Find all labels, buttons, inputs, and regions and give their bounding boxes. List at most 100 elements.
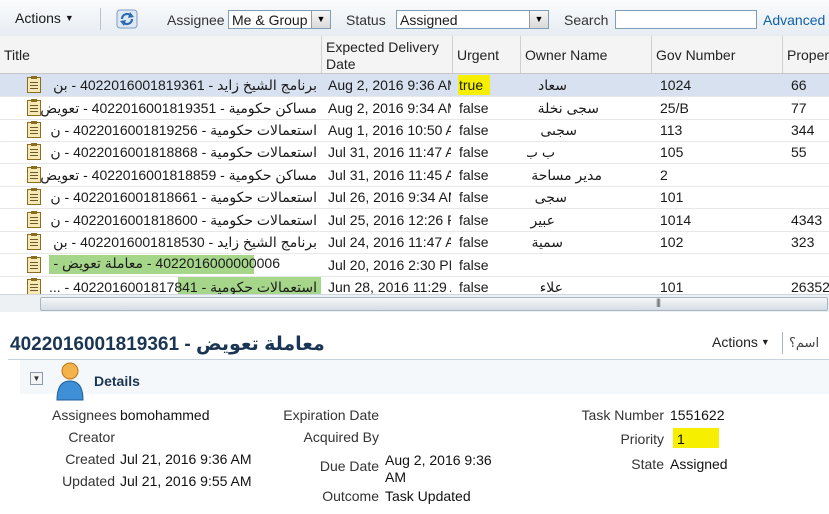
status-label: Status — [346, 12, 386, 28]
row-date: Aug 1, 2016 10:50 AM — [328, 122, 451, 138]
row-gov-number: 1024 — [660, 77, 692, 93]
task-table: Title Expected Delivery Date Urgent Owne… — [0, 36, 829, 312]
scroll-grip-icon: ||| — [656, 297, 661, 307]
row-urgent: false — [459, 279, 489, 295]
table-row[interactable]: استعمالات حكومية - 4022016001818661 - ن … — [0, 186, 829, 209]
row-title: برنامج الشيخ زايد - 4022016001818530 - ب… — [53, 234, 317, 250]
row-urgent: false — [459, 212, 489, 228]
details-section-header — [20, 360, 829, 394]
chevron-down-icon: ▼ — [64, 13, 74, 23]
column-header-expected-delivery-date[interactable]: Expected Delivery Date — [322, 36, 453, 73]
row-title: استعمالات حكومية - 4022016001818600 - ن — [50, 212, 317, 228]
row-date: Jul 26, 2016 9:34 AM — [328, 189, 451, 205]
row-owner: ب ب — [527, 144, 555, 160]
detail-actions-label: Actions — [712, 334, 758, 350]
row-urgent: false — [459, 144, 489, 160]
row-urgent: false — [459, 122, 489, 138]
actions-menu-button[interactable]: Actions ▼ — [15, 10, 74, 26]
assignees-label: Assignees — [52, 407, 117, 423]
row-gov-number: 105 — [660, 144, 684, 160]
refresh-icon — [116, 9, 138, 29]
dropdown-arrow-icon: ▼ — [311, 11, 330, 28]
state-value: Assigned — [670, 456, 728, 472]
updated-value: Jul 21, 2016 9:55 AM — [120, 473, 252, 489]
advanced-search-link[interactable]: Advanced — [763, 12, 825, 28]
priority-value: 1 — [677, 431, 685, 447]
row-gov-number: 2 — [660, 167, 668, 183]
state-label: State — [631, 456, 664, 472]
row-gov-number: 102 — [660, 234, 684, 250]
search-label: Search — [564, 12, 609, 28]
row-proper: 66 — [791, 77, 807, 93]
row-proper: 77 — [791, 100, 807, 116]
dropdown-arrow-icon: ▼ — [529, 11, 548, 28]
assignees-value: bomohammed — [120, 407, 210, 423]
assignee-label: Assignee — [167, 12, 225, 28]
help-link[interactable]: اسم؟ — [789, 335, 819, 351]
row-title: مساكن حكومية - 4022016001818859 - تعويض — [40, 167, 317, 183]
row-title: استعمالات حكومية - 4022016001818868 - ن — [50, 144, 317, 160]
task-clipboard-icon — [27, 256, 41, 273]
row-gov-number: 1014 — [660, 212, 692, 228]
row-urgent: false — [459, 167, 489, 183]
row-gov-number: 25/B — [660, 100, 689, 116]
row-date: Aug 2, 2016 9:36 AM — [328, 77, 451, 93]
due-date-label: Due Date — [319, 458, 379, 474]
column-header-proper[interactable]: Proper — [783, 36, 829, 73]
refresh-button[interactable] — [116, 9, 138, 29]
row-date: Jul 25, 2016 12:26 PM — [328, 212, 451, 228]
row-proper: 344 — [791, 122, 815, 138]
table-row[interactable]: استعمالات حكومية - 4022016001818868 - ن … — [0, 141, 829, 164]
row-owner: سعاد — [538, 77, 567, 93]
row-owner: مدير مساحة — [531, 167, 602, 183]
table-row[interactable]: مساكن حكومية - 4022016001819351 - تعويض … — [0, 97, 829, 120]
row-date: Aug 2, 2016 9:34 AM — [328, 100, 451, 116]
created-value: Jul 21, 2016 9:36 AM — [120, 451, 252, 467]
filter-toolbar: Actions ▼ Assignee Me & Group ▼ Status As… — [0, 0, 829, 37]
toolbar-divider — [100, 8, 101, 30]
row-owner: سجىى — [540, 122, 577, 138]
row-urgent: false — [459, 234, 489, 250]
assignee-select-value: Me & Group — [232, 12, 308, 28]
table-row[interactable]: 4022016000000006 - معاملة تعويض - Jul 20… — [0, 254, 829, 277]
task-number-label: Task Number — [581, 407, 664, 423]
assignee-select[interactable]: Me & Group ▼ — [228, 10, 331, 29]
due-date-value-line2: AM — [385, 469, 406, 485]
horizontal-scrollbar[interactable]: ||| — [0, 294, 829, 312]
row-owner: سجى — [534, 189, 567, 205]
status-select[interactable]: Assigned ▼ — [396, 10, 549, 29]
row-date: Jun 28, 2016 11:29 AM — [328, 279, 451, 295]
scrollbar-thumb[interactable] — [40, 297, 828, 311]
priority-label: Priority — [620, 431, 664, 447]
table-row[interactable]: استعمالات حكومية - 4022016001819256 - ن … — [0, 119, 829, 142]
row-title: استعمالات حكومية - 4022016001819256 - ن — [50, 122, 317, 138]
row-gov-number: 101 — [660, 279, 684, 295]
acquired-by-label: Acquired By — [303, 429, 379, 445]
collapse-toggle-icon[interactable]: ▼ — [30, 372, 43, 385]
row-title: برنامج الشيخ زايد - 4022016001819361 - ب… — [53, 77, 317, 93]
row-gov-number: 101 — [660, 189, 684, 205]
row-date: Jul 31, 2016 11:45 AM — [328, 167, 451, 183]
task-number-value: 1551622 — [670, 407, 725, 423]
user-icon — [56, 362, 84, 401]
search-input[interactable] — [615, 10, 757, 29]
table-row[interactable]: برنامج الشيخ زايد - 4022016001818530 - ب… — [0, 231, 829, 254]
row-date: Jul 24, 2016 11:47 AM — [328, 234, 451, 250]
table-row[interactable]: مساكن حكومية - 4022016001818859 - تعويض … — [0, 164, 829, 187]
row-date: Jul 31, 2016 11:47 AM — [328, 144, 451, 160]
divider — [782, 332, 783, 354]
column-header-gov-number[interactable]: Gov Number — [652, 36, 783, 73]
outcome-value: Task Updated — [385, 488, 471, 504]
column-header-urgent[interactable]: Urgent — [453, 36, 521, 73]
column-header-owner-name[interactable]: Owner Name — [521, 36, 652, 73]
row-gov-number: 113 — [660, 122, 683, 138]
column-header-title[interactable]: Title — [0, 36, 322, 73]
detail-actions-menu-button[interactable]: Actions ▼ — [712, 334, 770, 350]
actions-menu-label: Actions — [15, 10, 61, 26]
table-row[interactable]: برنامج الشيخ زايد - 4022016001819361 - ب… — [0, 74, 829, 97]
table-row[interactable]: استعمالات حكومية - 4022016001818600 - ن … — [0, 209, 829, 232]
row-proper: 4343 — [791, 212, 823, 228]
row-proper: 26352 — [791, 279, 829, 295]
task-detail-title: 4022016001819361 - معاملة تعويض — [10, 334, 325, 355]
creator-label: Creator — [68, 429, 115, 445]
